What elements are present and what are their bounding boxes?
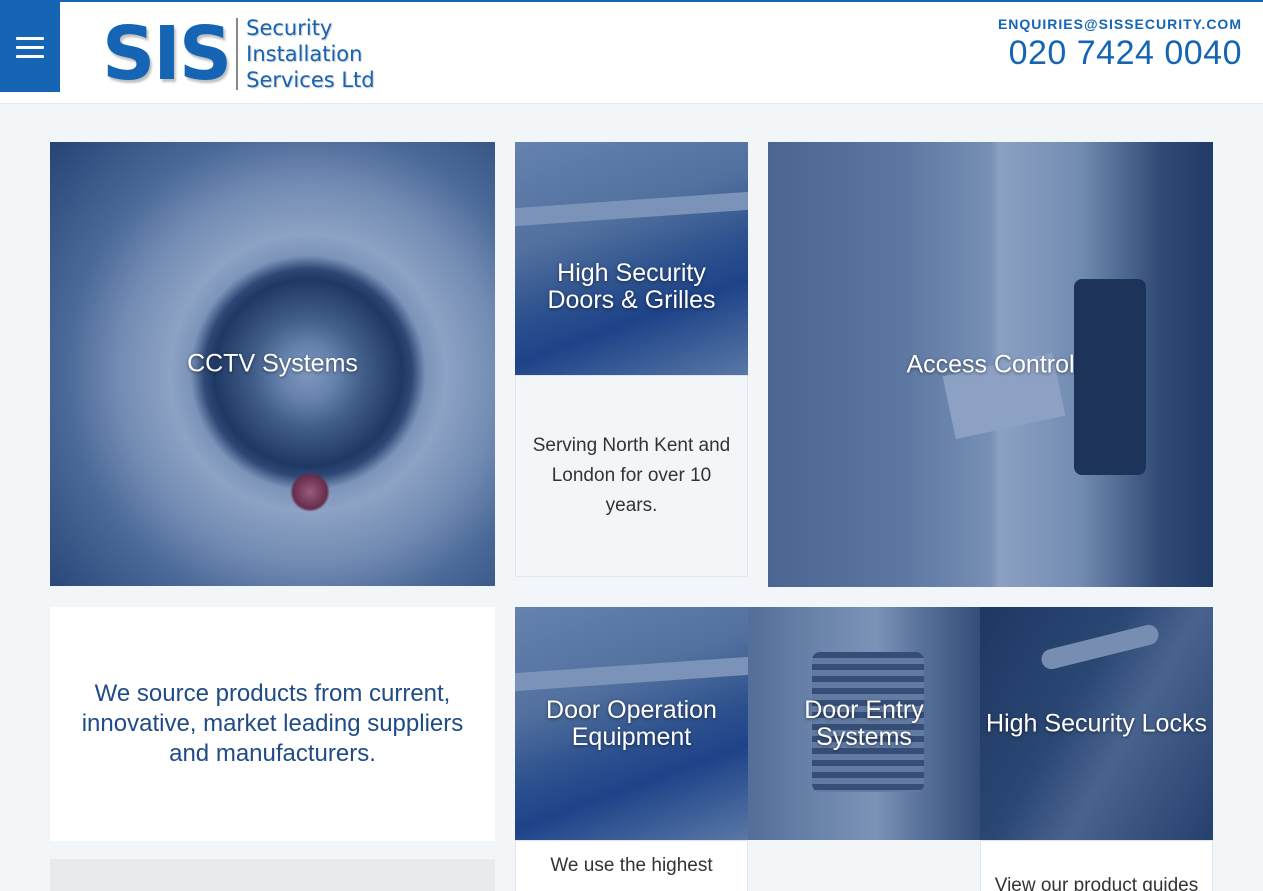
site-header: SIS Security Installation Services Ltd E… (0, 0, 1263, 104)
tile-label: High Security Locks (986, 709, 1207, 738)
email-link[interactable]: ENQUIRIES@SISSECURITY.COM (998, 16, 1242, 32)
phone-link[interactable]: 020 7424 0040 (998, 34, 1242, 73)
product-guides-panel[interactable]: View our product guides (980, 840, 1213, 891)
hamburger-menu-button[interactable] (0, 2, 60, 92)
tile-high-security-locks[interactable]: High Security Locks (980, 607, 1213, 841)
product-guides-text: View our product guides (994, 875, 1199, 891)
tile-label: High Security Doors & Grilles (547, 259, 716, 314)
quality-text: We use the highest (550, 855, 713, 876)
source-text: We source products from current, innovat… (81, 680, 464, 767)
tile-door-operation-equipment[interactable]: Door Operation Equipment (515, 607, 748, 840)
logo-text: Security Installation Services Ltd (246, 15, 375, 93)
serving-text: Serving North Kent and London for over 1… (532, 435, 731, 516)
logo-divider (236, 18, 239, 90)
site-logo[interactable]: SIS Security Installation Services Ltd (102, 12, 382, 96)
logo-line-3: Services Ltd (246, 68, 375, 92)
tile-label: CCTV Systems (187, 349, 358, 378)
grey-content-block (50, 859, 495, 891)
tile-high-security-doors-grilles[interactable]: High Security Doors & Grilles (515, 142, 748, 375)
logo-line-1: Security (246, 16, 333, 40)
serving-text-panel: Serving North Kent and London for over 1… (515, 375, 748, 577)
source-text-panel: We source products from current, innovat… (50, 607, 495, 841)
tile-cctv-systems[interactable]: CCTV Systems (50, 142, 495, 586)
menu-icon-bar (16, 54, 44, 58)
blank-panel (748, 840, 980, 891)
tile-label: Access Control (906, 350, 1075, 378)
logo-mark: SIS (102, 11, 232, 97)
menu-icon-bar (16, 45, 44, 49)
contact-info: ENQUIRIES@SISSECURITY.COM 020 7424 0040 (998, 16, 1242, 73)
tile-label: Door Operation Equipment (546, 695, 717, 751)
logo-line-2: Installation (246, 42, 363, 66)
quality-text-panel: We use the highest (515, 840, 748, 891)
tile-label: Door Entry Systems (804, 695, 924, 751)
tile-door-entry-systems[interactable]: Door Entry Systems (748, 607, 980, 840)
menu-icon-bar (16, 36, 44, 40)
tile-access-control[interactable]: Access Control (768, 142, 1213, 587)
